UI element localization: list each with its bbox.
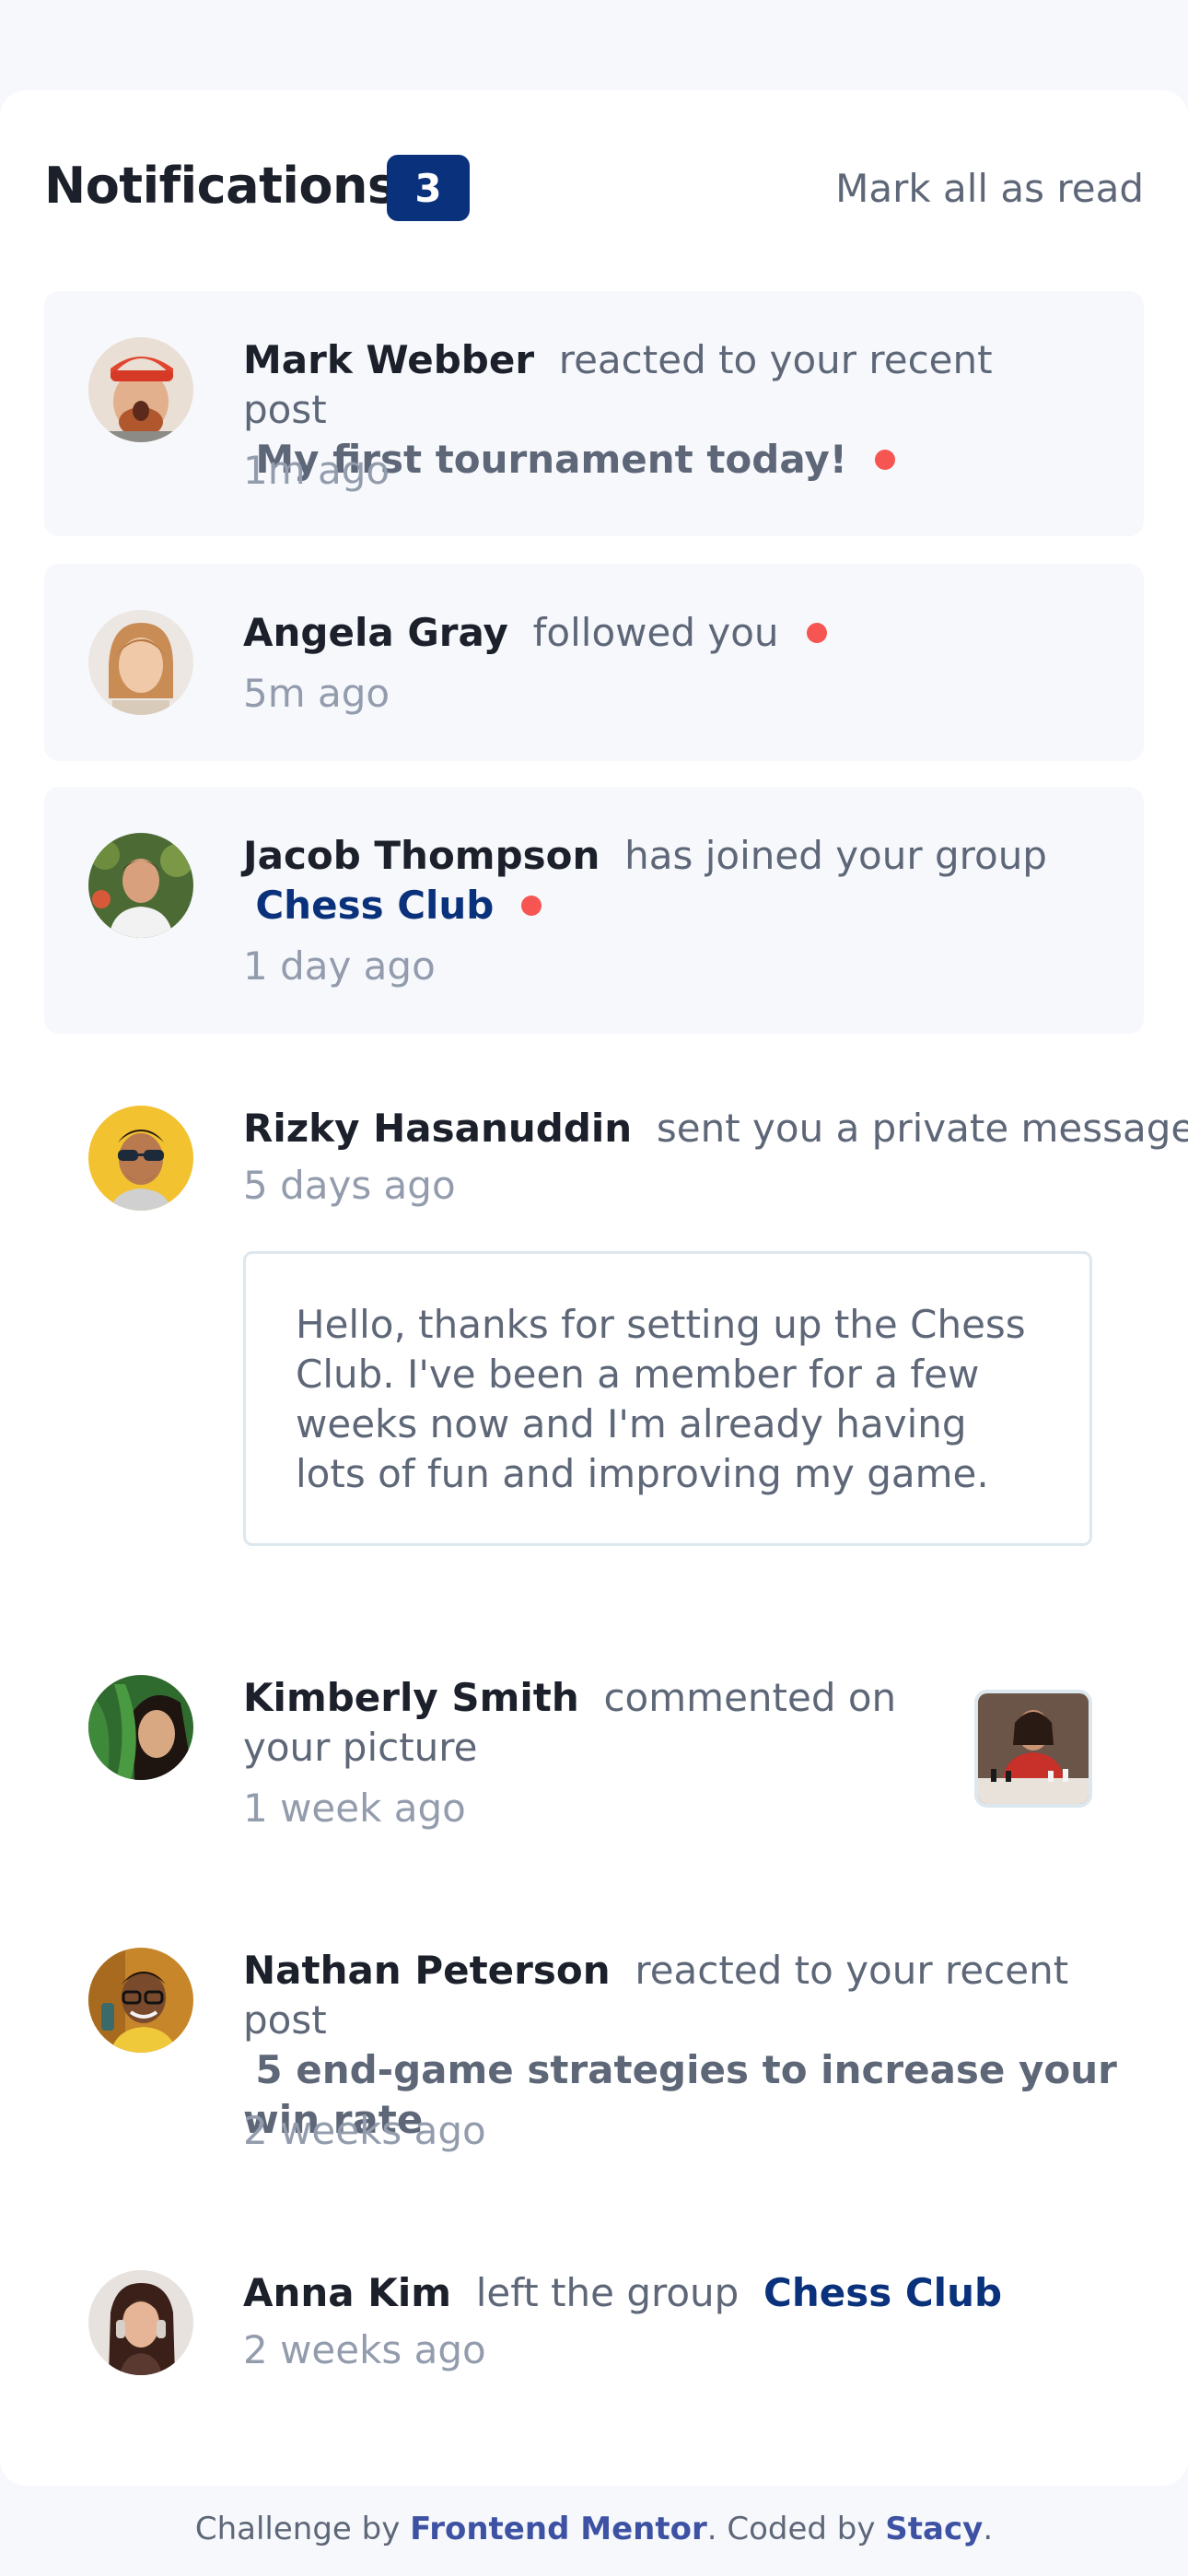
notification-item[interactable]: Mark Webber reacted to your recent post …	[44, 291, 1144, 536]
author-link[interactable]: Stacy	[885, 2511, 983, 2547]
notification-sender-name[interactable]: Rizky Hasanuddin	[243, 1106, 632, 1151]
unread-dot-icon	[806, 622, 827, 643]
mark-all-as-read-button[interactable]: Mark all as read	[835, 166, 1144, 211]
avatar[interactable]	[88, 610, 193, 715]
notifications-header: Notifications 3 Mark all as read	[44, 155, 1144, 221]
footer-prefix: Challenge by	[194, 2511, 401, 2547]
notification-sender-name[interactable]: Kimberly Smith	[243, 1675, 579, 1720]
notification-time: 2 weeks ago	[243, 2108, 486, 2153]
unread-count-badge: 3	[387, 155, 470, 221]
commented-picture-thumbnail[interactable]	[974, 1690, 1092, 1808]
avatar[interactable]	[88, 1106, 193, 1211]
notification-group-link[interactable]: Chess Club	[255, 883, 494, 928]
avatar[interactable]	[88, 833, 193, 938]
footer-middle: . Coded by	[706, 2511, 876, 2547]
notification-item[interactable]: Kimberly Smith commented on your picture…	[44, 1629, 1144, 1850]
notification-time: 5 days ago	[243, 1163, 456, 1208]
avatar[interactable]	[88, 2270, 193, 2375]
notification-sender-name[interactable]: Mark Webber	[243, 337, 534, 382]
notification-time: 5m ago	[243, 671, 390, 716]
avatar[interactable]	[88, 1675, 193, 1780]
notification-sender-name[interactable]: Anna Kim	[243, 2270, 451, 2315]
notification-item[interactable]: Anna Kim left the group Chess Club 2 wee…	[44, 2224, 1144, 2445]
notification-sender-name[interactable]: Angela Gray	[243, 610, 508, 655]
notification-item[interactable]: Rizky Hasanuddin sent you a private mess…	[44, 1060, 1188, 1557]
notification-action: sent you a private message	[656, 1106, 1188, 1151]
notification-time: 1m ago	[243, 448, 390, 493]
unread-dot-icon	[521, 895, 542, 916]
notification-sender-name[interactable]: Nathan Peterson	[243, 1948, 611, 1993]
notification-time: 1 day ago	[243, 943, 436, 989]
footer-suffix: .	[983, 2511, 994, 2547]
avatar[interactable]	[88, 337, 193, 442]
frontend-mentor-link[interactable]: Frontend Mentor	[410, 2511, 707, 2547]
notification-action: has joined your group	[624, 833, 1047, 878]
private-message-preview[interactable]: Hello, thanks for setting up the Chess C…	[243, 1251, 1092, 1546]
notification-action: left the group	[475, 2270, 740, 2315]
notification-sender-name[interactable]: Jacob Thompson	[243, 833, 600, 878]
notification-item[interactable]: Nathan Peterson reacted to your recent p…	[44, 1902, 1144, 2176]
notification-action: followed you	[532, 610, 779, 655]
attribution-footer: Challenge by Frontend Mentor. Coded by S…	[0, 2511, 1188, 2547]
notification-item[interactable]: Jacob Thompson has joined your group Che…	[44, 787, 1144, 1034]
avatar[interactable]	[88, 1948, 193, 2053]
notification-group-link[interactable]: Chess Club	[763, 2270, 1002, 2315]
notification-time: 2 weeks ago	[243, 2327, 486, 2372]
notification-time: 1 week ago	[243, 1786, 466, 1831]
notification-item[interactable]: Angela Gray followed you 5m ago	[44, 564, 1144, 761]
page-title: Notifications	[44, 157, 397, 215]
unread-dot-icon	[874, 449, 895, 470]
